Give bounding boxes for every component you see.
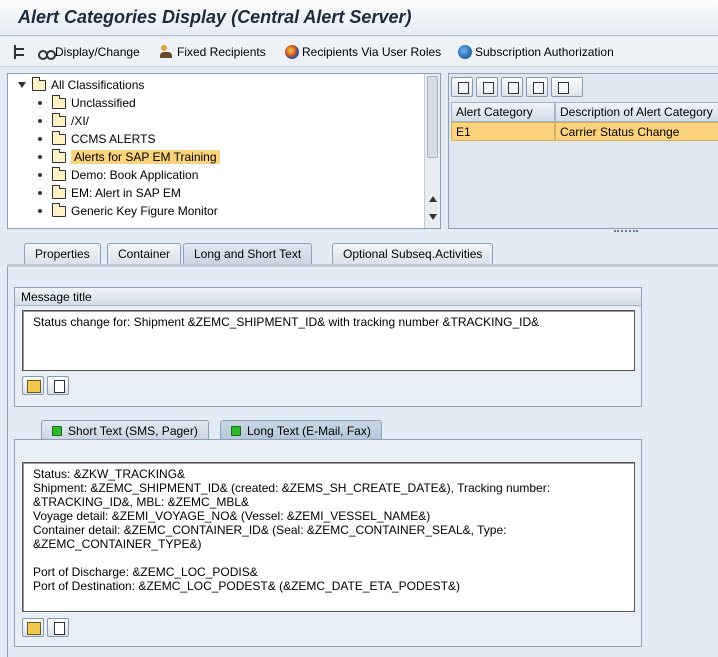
tree-icon [14,45,28,59]
bullet-icon [38,119,42,123]
people-icon [160,45,174,59]
tree-item[interactable]: CCMS ALERTS [38,130,155,148]
scroll-down-icon[interactable] [429,214,437,220]
bullet-icon [38,155,42,159]
tree-item-label: Demo: Book Application [71,168,199,182]
folder-icon [52,166,66,181]
grid-header: Alert Category Description of Alert Cate… [451,102,718,122]
tree-item-label: Generic Key Figure Monitor [71,204,218,218]
tree-item[interactable]: /XI/ [38,112,89,130]
subscription-authorization-button[interactable]: Subscription Authorization [458,43,614,61]
display-change-button[interactable]: Display/Change [38,43,140,61]
scroll-up-icon[interactable] [429,196,437,202]
column-header-alert-category[interactable]: Alert Category [451,102,555,122]
folder-icon [52,148,66,163]
folder-icon [52,184,66,199]
message-title-group: Message title Status change for: Shipmen… [14,287,642,407]
display-change-label: Display/Change [55,45,140,59]
recipients-via-user-roles-button[interactable]: Recipients Via User Roles [285,43,441,61]
globe-icon [458,45,472,59]
cell-description[interactable]: Carrier Status Change [555,122,718,141]
message-title-group-label: Message title [15,288,641,306]
filter-icon[interactable] [526,77,548,97]
detail-tabs: Properties Container Long and Short Text… [0,243,718,265]
tab-container[interactable]: Container [107,243,182,265]
bullet-icon [38,101,42,105]
edit-text-icon[interactable] [22,376,44,395]
long-text-buttons [22,618,69,637]
fixed-recipients-label: Fixed Recipients [177,45,266,59]
tree-item-label: /XI/ [71,114,90,128]
classification-tree: All Classifications Unclassified /XI/ CC… [7,73,441,229]
scrollbar-thumb[interactable] [427,76,438,158]
grid-toolbar [451,77,583,99]
bullet-icon [38,191,42,195]
recipients-via-user-roles-label: Recipients Via User Roles [302,45,442,59]
status-led-icon [52,425,62,436]
glasses-icon [38,45,56,60]
cell-alert-category[interactable]: E1 [451,122,555,141]
pane-splitter[interactable] [614,230,638,232]
tree-item-label: CCMS ALERTS [71,132,156,146]
tab-properties[interactable]: Properties [24,243,101,265]
folder-icon [52,94,66,109]
folder-icon [52,130,66,145]
document-icon[interactable] [47,376,69,395]
document-icon[interactable] [47,618,69,637]
tree-item-selected[interactable]: Alerts for SAP EM Training [38,148,220,166]
sort-ascending-icon[interactable] [476,77,498,97]
details-icon[interactable] [451,77,473,97]
tab-short-text[interactable]: Short Text (SMS, Pager) [41,420,209,440]
folder-icon [52,112,66,127]
bullet-icon [38,209,42,213]
subscription-authorization-label: Subscription Authorization [475,45,614,59]
folder-icon [32,76,46,91]
tree-toggle-button[interactable] [14,43,28,61]
tree-root[interactable]: All Classifications [18,76,144,94]
window-title: Alert Categories Display (Central Alert … [18,7,412,27]
tree-item[interactable]: Generic Key Figure Monitor [38,202,218,220]
tab-short-text-label: Short Text (SMS, Pager) [68,423,198,438]
tab-long-and-short-text[interactable]: Long and Short Text [183,243,313,265]
tree-item-label: Alerts for SAP EM Training [71,150,220,164]
tree-item[interactable]: Demo: Book Application [38,166,198,184]
bullet-icon [38,137,42,141]
alert-category-grid: Alert Category Description of Alert Cate… [448,73,718,229]
layout-menu-icon[interactable] [551,77,583,97]
tree-item[interactable]: EM: Alert in SAP EM [38,184,181,202]
application-toolbar: Display/Change Fixed Recipients Recipien… [0,37,718,67]
long-text-field[interactable]: Status: &ZKW_TRACKING& Shipment: &ZEMC_S… [22,462,635,612]
tab-long-text[interactable]: Long Text (E-Mail, Fax) [220,420,382,440]
folder-icon [52,202,66,217]
sort-descending-icon[interactable] [501,77,523,97]
edit-text-icon[interactable] [22,618,44,637]
tab-long-text-label: Long Text (E-Mail, Fax) [247,423,371,438]
message-title-field[interactable]: Status change for: Shipment &ZEMC_SHIPME… [22,310,635,371]
fixed-recipients-button[interactable]: Fixed Recipients [160,43,266,61]
column-header-description[interactable]: Description of Alert Category [555,102,718,122]
bullet-icon [38,173,42,177]
table-row[interactable]: E1 Carrier Status Change [451,122,718,141]
tree-item-label: EM: Alert in SAP EM [71,186,181,200]
tree-item-label: Unclassified [71,96,136,110]
tree-item[interactable]: Unclassified [38,94,136,112]
tree-root-label: All Classifications [51,78,145,92]
status-led-icon [231,425,241,436]
tab-panel-long-and-short-text: Message title Status change for: Shipmen… [7,267,718,657]
globe-icon [285,45,299,59]
title-bar: Alert Categories Display (Central Alert … [0,0,718,36]
tab-optional-subseq-activities[interactable]: Optional Subseq.Activities [332,243,494,265]
expand-triangle-icon[interactable] [18,82,26,88]
message-title-buttons [22,376,69,395]
long-text-group: Status: &ZKW_TRACKING& Shipment: &ZEMC_S… [14,439,642,647]
tree-scrollbar[interactable] [424,74,440,228]
